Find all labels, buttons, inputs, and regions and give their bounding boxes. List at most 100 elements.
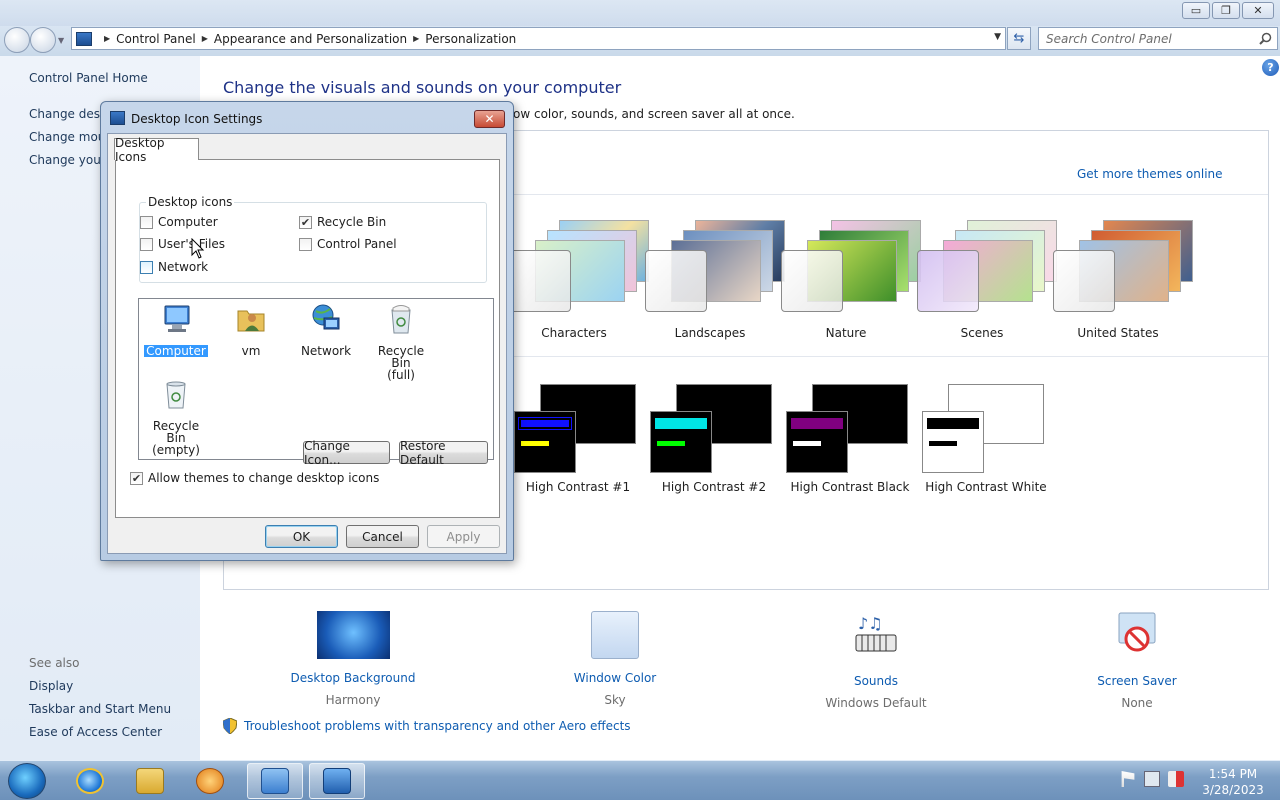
window-color-link[interactable]: Window Color bbox=[535, 671, 695, 685]
sounds-icon: ♪♫ bbox=[855, 614, 897, 652]
apply-button[interactable]: Apply bbox=[427, 525, 500, 548]
sounds-link[interactable]: Sounds bbox=[796, 674, 956, 688]
screen-saver-link[interactable]: Screen Saver bbox=[1057, 674, 1217, 688]
dialog-titlebar[interactable]: Desktop Icon Settings ✕ bbox=[101, 102, 513, 134]
page-title: Change the visuals and sounds on your co… bbox=[223, 78, 622, 97]
start-button[interactable] bbox=[8, 763, 46, 799]
icon-item-network[interactable]: Network bbox=[292, 303, 360, 357]
icon-item-recycle-bin-full[interactable]: Recycle Bin (full) bbox=[367, 303, 435, 381]
search-input[interactable] bbox=[1046, 31, 1246, 46]
window-color-icon bbox=[591, 611, 639, 659]
recycle-bin-checkbox[interactable]: ✔ Recycle Bin bbox=[299, 215, 386, 229]
address-dropdown-icon[interactable]: ▼ bbox=[994, 32, 1001, 42]
taskbar-media-player[interactable] bbox=[182, 763, 238, 799]
checkbox-label[interactable]: Recycle Bin bbox=[317, 215, 386, 229]
close-window-button[interactable]: ✕ bbox=[1242, 2, 1274, 19]
taskbar-desktop-icon-settings[interactable] bbox=[309, 763, 365, 799]
cancel-button[interactable]: Cancel bbox=[346, 525, 419, 548]
taskbar-windows-explorer[interactable] bbox=[122, 763, 178, 799]
troubleshoot-label[interactable]: Troubleshoot problems with transparency … bbox=[244, 719, 631, 733]
checkbox-box[interactable] bbox=[140, 237, 153, 251]
screen-saver-setting[interactable]: Screen Saver None bbox=[1057, 611, 1217, 710]
desktop-background-value: Harmony bbox=[325, 693, 381, 707]
theme-preview bbox=[509, 250, 571, 312]
address-bar[interactable]: ▶ Control Panel ▶ Appearance and Persona… bbox=[71, 27, 1006, 50]
dialog-close-button[interactable]: ✕ bbox=[474, 110, 505, 128]
help-icon[interactable]: ? bbox=[1262, 59, 1279, 76]
theme-characters[interactable]: Characters bbox=[509, 220, 649, 340]
breadcrumb-personalization[interactable]: Personalization bbox=[425, 32, 516, 46]
refresh-button[interactable]: ⇆ bbox=[1007, 27, 1031, 50]
breadcrumb-separator-icon[interactable]: ▶ bbox=[202, 34, 208, 43]
restore-default-button[interactable]: Restore Default bbox=[399, 439, 488, 467]
change-icon-button[interactable]: Change Icon... bbox=[303, 439, 390, 467]
desktop-icon-list[interactable]: Computer vm Network Recycle Bin (full) R… bbox=[138, 298, 494, 460]
breadcrumb-separator-icon[interactable]: ▶ bbox=[104, 34, 110, 43]
desktop-background-icon bbox=[316, 611, 390, 659]
window-color-setting[interactable]: Window Color Sky bbox=[535, 611, 695, 707]
computer-checkbox[interactable]: Computer bbox=[140, 215, 218, 229]
taskbar-start-menu-link[interactable]: Taskbar and Start Menu bbox=[29, 702, 171, 716]
display-link[interactable]: Display bbox=[29, 679, 73, 693]
computer-icon bbox=[164, 305, 190, 332]
refresh-icon: ⇆ bbox=[1013, 31, 1025, 46]
search-icon[interactable] bbox=[1259, 32, 1272, 45]
desktop-background-setting[interactable]: Desktop Background Harmony bbox=[273, 611, 433, 707]
icon-item-recycle-bin-empty[interactable]: Recycle Bin (empty) bbox=[142, 378, 210, 456]
checkbox-label[interactable]: Network bbox=[158, 260, 208, 274]
taskbar-control-panel[interactable] bbox=[247, 763, 303, 799]
minimize-button[interactable]: ▭ bbox=[1182, 2, 1210, 19]
taskbar-internet-explorer[interactable] bbox=[62, 763, 118, 799]
tab-desktop-icons[interactable]: Desktop Icons bbox=[114, 136, 199, 164]
troubleshoot-link[interactable]: Troubleshoot problems with transparency … bbox=[223, 718, 631, 734]
search-box[interactable] bbox=[1038, 27, 1278, 50]
control-panel-home-link[interactable]: Control Panel Home bbox=[29, 71, 148, 85]
forward-button[interactable] bbox=[30, 27, 56, 53]
window-color-value: Sky bbox=[604, 693, 626, 707]
icon-item-computer[interactable]: Computer bbox=[142, 303, 210, 358]
system-clock[interactable]: 1:54 PM 3/28/2023 bbox=[1200, 766, 1266, 798]
network-checkbox[interactable]: Network bbox=[140, 260, 208, 274]
notification-area bbox=[1120, 771, 1184, 787]
checkbox-box[interactable] bbox=[140, 260, 153, 274]
restore-button[interactable]: ❐ bbox=[1212, 2, 1240, 19]
checkbox-label[interactable]: Control Panel bbox=[317, 237, 397, 251]
dialog-body: Desktop Icons Desktop icons Computer ✔ R… bbox=[107, 133, 507, 554]
control-panel-checkbox[interactable]: Control Panel bbox=[299, 237, 397, 251]
desktop-icon-settings-dialog: Desktop Icon Settings ✕ Desktop Icons De… bbox=[100, 101, 514, 561]
recent-pages-dropdown-icon[interactable]: ▼ bbox=[58, 36, 64, 45]
recycle-bin-full-icon bbox=[391, 305, 411, 334]
checkbox-label[interactable]: Allow themes to change desktop icons bbox=[148, 471, 379, 485]
volume-muted-icon[interactable] bbox=[1168, 771, 1184, 787]
breadcrumb-control-panel[interactable]: Control Panel bbox=[116, 32, 196, 46]
breadcrumb-separator-icon[interactable]: ▶ bbox=[413, 34, 419, 43]
checkbox-label[interactable]: Computer bbox=[158, 215, 218, 229]
checkbox-box[interactable] bbox=[299, 237, 312, 251]
theme-nature[interactable]: Nature bbox=[781, 220, 921, 340]
icon-label: Recycle Bin (empty) bbox=[152, 419, 200, 457]
checkbox-box[interactable] bbox=[140, 215, 153, 229]
icon-item-vm[interactable]: vm bbox=[217, 303, 285, 357]
sounds-setting[interactable]: ♪♫ Sounds Windows Default bbox=[796, 611, 956, 710]
theme-label: Nature bbox=[825, 326, 867, 340]
theme-scenes[interactable]: Scenes bbox=[917, 220, 1057, 340]
dialog-app-icon bbox=[110, 111, 125, 125]
ease-of-access-link[interactable]: Ease of Access Center bbox=[29, 725, 162, 739]
theme-united-states[interactable]: United States bbox=[1053, 220, 1193, 340]
sounds-value: Windows Default bbox=[825, 696, 927, 710]
allow-themes-checkbox[interactable]: ✔ Allow themes to change desktop icons bbox=[130, 471, 379, 485]
breadcrumb-appearance[interactable]: Appearance and Personalization bbox=[214, 32, 407, 46]
icon-label: Network bbox=[300, 344, 352, 358]
action-center-flag-icon[interactable] bbox=[1121, 771, 1135, 787]
get-more-themes-link[interactable]: Get more themes online bbox=[1077, 167, 1223, 181]
desktop-background-link[interactable]: Desktop Background bbox=[273, 671, 433, 685]
back-button[interactable] bbox=[4, 27, 30, 53]
network-tray-icon[interactable] bbox=[1144, 771, 1160, 787]
page-description: ow color, sounds, and screen saver all a… bbox=[513, 107, 795, 121]
ok-button[interactable]: OK bbox=[265, 525, 338, 548]
theme-landscapes[interactable]: Landscapes bbox=[645, 220, 785, 340]
users-files-checkbox[interactable]: User's Files bbox=[140, 237, 225, 251]
checkbox-box[interactable]: ✔ bbox=[299, 215, 312, 229]
theme-label: Scenes bbox=[960, 326, 1004, 340]
checkbox-box[interactable]: ✔ bbox=[130, 471, 143, 485]
